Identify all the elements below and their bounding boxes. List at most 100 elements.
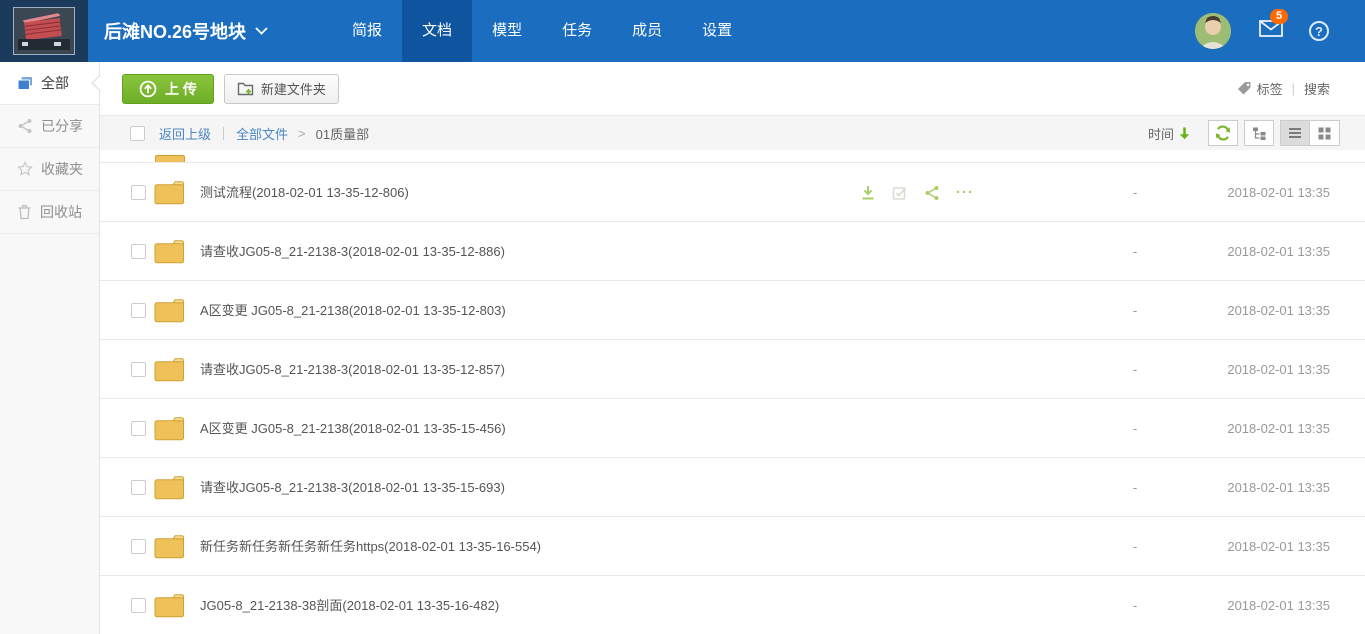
file-row[interactable]: A区变更 JG05-8_21-2138(2018-02-01 13-35-15-… [100,399,1365,458]
folder-icon[interactable] [154,357,185,382]
grid-view-icon [1318,127,1331,140]
list-controls: 时间 [1148,120,1365,146]
file-date: 2018-02-01 13:35 [1227,163,1330,222]
upload-icon [139,80,157,98]
grid-view-button[interactable] [1310,120,1340,146]
main-area: 全部 已分享 收藏夹 回收站 [0,62,1365,634]
list-view-button[interactable] [1280,120,1310,146]
topbar: 后滩NO.26号地块 简报 文档 模型 任务 成员 设置 5 ? [0,0,1365,62]
help-icon[interactable]: ? [1309,21,1329,41]
file-name[interactable]: 测试流程(2018-02-01 13-35-12-806) [200,163,409,222]
star-icon [17,161,33,177]
sort-by-time[interactable]: 时间 [1148,124,1190,143]
breadcrumb-separator: > [298,126,306,141]
row-checkbox[interactable] [131,244,146,259]
sidebar-item-favorites[interactable]: 收藏夹 [0,148,99,191]
toolbar: 上 传 新建文件夹 标签 | 搜索 [100,62,1365,115]
file-date: 2018-02-01 13:35 [1227,458,1330,517]
tag-icon [1237,81,1252,96]
view-switcher [1280,120,1340,146]
search-button[interactable]: 搜索 [1304,79,1330,98]
tab-members[interactable]: 成员 [612,0,682,62]
more-icon[interactable]: ··· [956,188,974,198]
folder-icon[interactable] [154,180,185,205]
sidebar-item-label: 已分享 [41,116,83,136]
row-checkbox[interactable] [131,539,146,554]
tab-models[interactable]: 模型 [472,0,542,62]
row-checkbox[interactable] [131,480,146,495]
breadcrumb-root-link[interactable]: 全部文件 [236,124,288,143]
file-name[interactable]: A区变更 JG05-8_21-2138(2018-02-01 13-35-15-… [200,399,506,458]
sidebar-item-label: 收藏夹 [41,159,83,179]
refresh-icon [1214,124,1232,142]
file-row[interactable]: 请查收JG05-8_21-2138-3(2018-02-01 13-35-15-… [100,458,1365,517]
share-icon [17,118,33,134]
file-name[interactable]: JG05-8_21-2138-38剖面(2018-02-01 13-35-16-… [200,576,499,634]
row-checkbox[interactable] [131,303,146,318]
file-size: - [1115,340,1155,399]
folder-icon[interactable] [154,416,185,441]
mail-icon[interactable]: 5 [1259,20,1283,42]
file-name[interactable]: 请查收JG05-8_21-2138-3(2018-02-01 13-35-12-… [200,340,505,399]
refresh-button[interactable] [1208,120,1238,146]
file-size: - [1115,458,1155,517]
row-checkbox[interactable] [131,362,146,377]
sidebar-item-recycle[interactable]: 回收站 [0,191,99,234]
file-row[interactable]: 请查收JG05-8_21-2138-3(2018-02-01 13-35-12-… [100,340,1365,399]
share-icon[interactable] [924,185,940,201]
mail-badge: 5 [1270,9,1288,24]
list-view-icon [1288,127,1302,139]
folder-icon[interactable] [154,475,185,500]
download-icon[interactable] [860,185,876,200]
back-up-link[interactable]: 返回上级 [159,124,211,143]
all-files-icon [17,76,33,91]
topbar-right: 5 ? [1195,13,1365,49]
file-row[interactable]: 测试流程(2018-02-01 13-35-12-806) ··· [100,163,1365,222]
approve-icon[interactable] [892,185,908,200]
sidebar-item-label: 回收站 [40,202,82,222]
tag-button[interactable]: 标签 [1237,79,1283,98]
file-name[interactable]: 新任务新任务新任务新任务https(2018-02-01 13-35-16-55… [200,517,541,576]
row-checkbox[interactable] [131,421,146,436]
sidebar-item-shared[interactable]: 已分享 [0,105,99,148]
sidebar-item-label: 全部 [41,73,69,93]
file-name[interactable]: 请查收JG05-8_21-2138-3(2018-02-01 13-35-15-… [200,458,505,517]
select-all-checkbox[interactable] [130,126,145,141]
file-row[interactable]: JG05-8_21-2138-38剖面(2018-02-01 13-35-16-… [100,576,1365,634]
breadcrumb-current-folder: 01质量部 [316,124,369,143]
file-size: - [1115,517,1155,576]
avatar[interactable] [1195,13,1231,49]
row-actions: ··· [860,163,974,222]
sort-desc-arrow-icon [1179,127,1190,140]
file-row[interactable]: A区变更 JG05-8_21-2138(2018-02-01 13-35-12-… [100,281,1365,340]
tree-view-button[interactable] [1244,120,1274,146]
project-logo [0,0,88,62]
folder-icon[interactable] [154,298,185,323]
toolbar-right: 标签 | 搜索 [1237,79,1365,98]
sidebar-item-all[interactable]: 全部 [0,62,99,105]
project-switcher[interactable]: 后滩NO.26号地块 [104,18,268,44]
tab-briefing[interactable]: 简报 [332,0,402,62]
file-name[interactable]: 请查收JG05-8_21-2138-3(2018-02-01 13-35-12-… [200,222,505,281]
trash-icon [17,204,32,220]
file-row[interactable]: 新任务新任务新任务新任务https(2018-02-01 13-35-16-55… [100,517,1365,576]
folder-icon[interactable] [154,593,185,618]
primary-nav: 简报 文档 模型 任务 成员 设置 [332,0,752,62]
file-size: - [1115,281,1155,340]
file-date: 2018-02-01 13:35 [1227,340,1330,399]
upload-button[interactable]: 上 传 [122,74,214,104]
new-folder-button[interactable]: 新建文件夹 [224,74,339,104]
file-name[interactable]: A区变更 JG05-8_21-2138(2018-02-01 13-35-12-… [200,281,506,340]
row-checkbox[interactable] [131,598,146,613]
tab-documents[interactable]: 文档 [402,0,472,62]
folder-icon[interactable] [154,239,185,264]
file-date: 2018-02-01 13:35 [1227,281,1330,340]
folder-icon[interactable] [154,534,185,559]
file-size: - [1115,399,1155,458]
tab-tasks[interactable]: 任务 [542,0,612,62]
chevron-down-icon [255,27,268,35]
file-size: - [1115,222,1155,281]
tab-settings[interactable]: 设置 [682,0,752,62]
row-checkbox[interactable] [131,185,146,200]
file-row[interactable]: 请查收JG05-8_21-2138-3(2018-02-01 13-35-12-… [100,222,1365,281]
